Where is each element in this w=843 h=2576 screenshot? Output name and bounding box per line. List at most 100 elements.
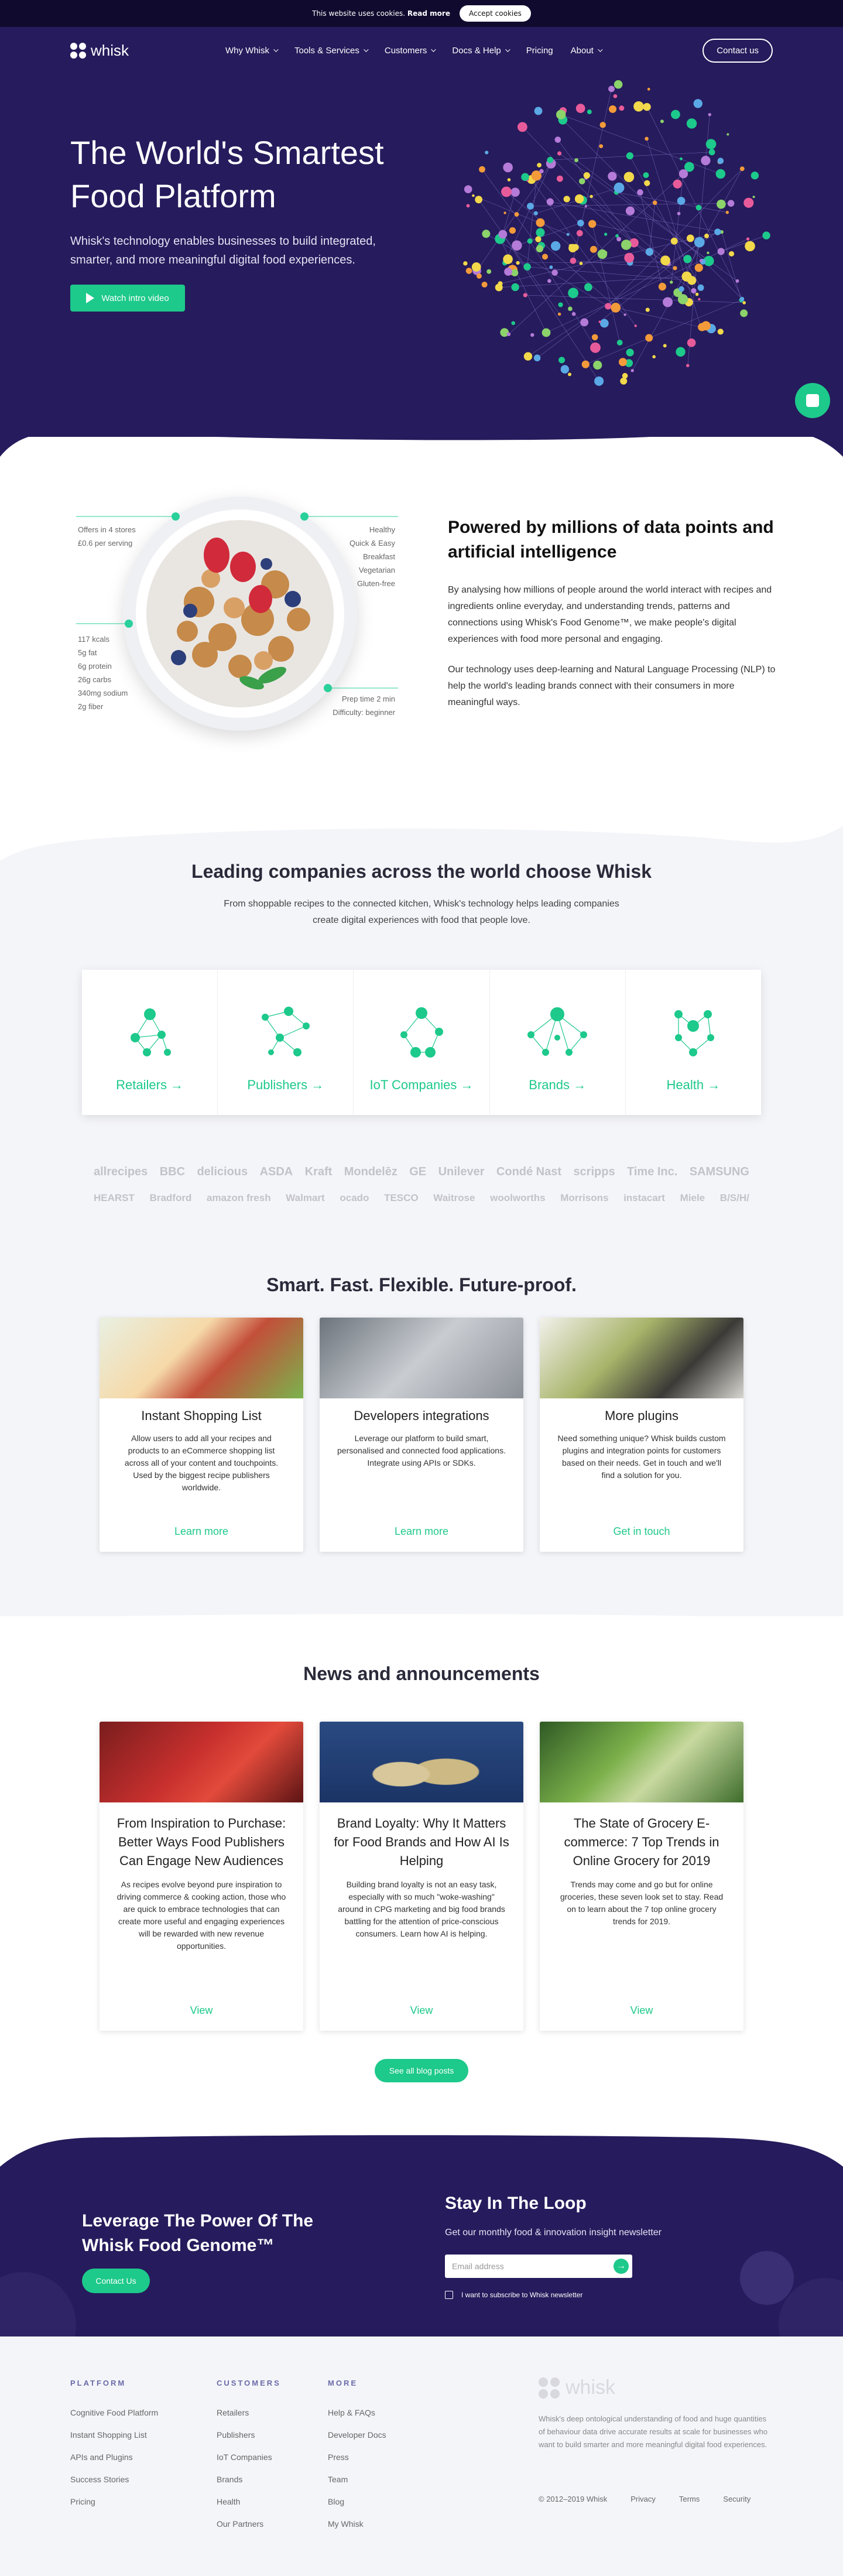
card-title: Brand Loyalty: Why It Matters for Food B… [334, 1816, 509, 1868]
submit-arrow-icon[interactable]: → [614, 2259, 629, 2274]
network-link [527, 173, 537, 267]
network-node [752, 196, 755, 199]
footer-link[interactable]: Blog [328, 2491, 386, 2513]
chat-widget-button[interactable] [795, 383, 830, 418]
get-in-touch-link[interactable]: Get in touch [540, 1525, 743, 1538]
whisk-logo[interactable]: whisk [70, 42, 129, 60]
strawberries-image [100, 1722, 303, 1802]
footer-link[interactable]: My Whisk [328, 2513, 386, 2535]
network-node [624, 252, 635, 263]
footer-link[interactable]: Team [328, 2468, 386, 2491]
footer-link[interactable]: Brands [217, 2468, 281, 2491]
accept-cookies-button[interactable]: Accept cookies [459, 5, 531, 22]
health-network-icon [674, 1010, 715, 1056]
nav-item-docs[interactable]: Docs & Help [452, 46, 510, 56]
food-genome-network-graphic [463, 80, 770, 386]
footer-link[interactable]: Cognitive Food Platform [70, 2401, 158, 2424]
news-title: News and announcements [303, 1663, 540, 1684]
network-node [472, 194, 475, 197]
learn-more-link[interactable]: Learn more [320, 1525, 523, 1538]
customer-logo: BBC [159, 1165, 186, 1178]
newsletter-consent[interactable]: I want to subscribe to Whisk newsletter [445, 2291, 582, 2299]
contact-us-cta-button[interactable]: Contact Us [82, 2269, 150, 2293]
nav-label: About [570, 45, 594, 56]
footer-link[interactable]: Instant Shopping List [70, 2424, 158, 2446]
footer-description: Whisk's deep ontological understanding o… [539, 2414, 767, 2449]
footer-link[interactable]: Press [328, 2446, 386, 2468]
network-node [485, 150, 489, 155]
privacy-link[interactable]: Privacy [630, 2495, 656, 2503]
category-health[interactable]: Health → [626, 970, 761, 1115]
footer-platform-column: PLATFORM Cognitive Food Platform Instant… [70, 2379, 158, 2513]
network-node [687, 276, 697, 285]
network-node [742, 301, 746, 305]
category-retailers[interactable]: Retailers → [82, 970, 218, 1115]
card-title: Instant Shopping List [141, 1408, 262, 1423]
email-input[interactable]: Email address → [445, 2255, 632, 2278]
footer-logo[interactable]: whisk [539, 2376, 615, 2399]
network-node [679, 157, 683, 160]
nav-item-tools[interactable]: Tools & Services [294, 46, 369, 56]
category-publishers[interactable]: Publishers → [218, 970, 354, 1115]
footer: PLATFORM Cognitive Food Platform Instant… [0, 2336, 843, 2576]
footer-link[interactable]: IoT Companies [217, 2446, 281, 2468]
security-link[interactable]: Security [723, 2495, 751, 2503]
network-node [588, 220, 597, 228]
view-link[interactable]: View [540, 2004, 743, 2017]
chat-icon [806, 394, 819, 407]
network-node [563, 196, 570, 203]
recipe-tags: Healthy Quick & Easy Breakfast Vegetaria… [328, 523, 395, 590]
feature-card-plugins: More plugins Need something unique? Whis… [540, 1318, 743, 1552]
nav-item-customers[interactable]: Customers [384, 45, 437, 56]
footer-link[interactable]: Health [217, 2491, 281, 2513]
footer-link[interactable]: Developer Docs [328, 2424, 386, 2446]
learn-more-link[interactable]: Learn more [100, 1525, 303, 1538]
customer-logo: Kraft [304, 1165, 333, 1178]
footer-link[interactable]: Help & FAQs [328, 2401, 386, 2424]
card-body: Trends may come and go but for online gr… [560, 1880, 724, 1926]
network-node [486, 269, 492, 274]
view-link[interactable]: View [100, 2004, 303, 2017]
contact-us-button[interactable]: Contact us [702, 38, 773, 63]
cookie-read-more-link[interactable]: Read more [407, 9, 450, 18]
network-node [645, 248, 654, 256]
network-node [535, 236, 542, 242]
network-node [728, 251, 735, 257]
nut-item: 26g carbs [78, 675, 112, 684]
network-node [623, 172, 635, 183]
cta-section: Leverage The Power Of The Whisk Food Gen… [0, 2173, 843, 2336]
customer-logos-row-2: HEARST Bradford amazon fresh Walmart oca… [94, 1192, 749, 1204]
network-node [536, 218, 545, 227]
view-link[interactable]: View [320, 2004, 523, 2017]
nav-item-pricing[interactable]: Pricing [526, 46, 553, 56]
footer-link[interactable]: Success Stories [70, 2468, 158, 2491]
watch-intro-video-button[interactable]: Watch intro video [70, 285, 185, 312]
network-link [629, 155, 701, 288]
news-wave-divider [0, 1614, 843, 1669]
network-node [583, 172, 590, 179]
category-label: Brands → [529, 1077, 587, 1092]
footer-link[interactable]: Our Partners [217, 2513, 281, 2535]
see-all-blog-posts-button[interactable]: See all blog posts [375, 2059, 468, 2082]
nav-item-why-whisk[interactable]: Why Whisk [225, 45, 279, 56]
network-node [735, 279, 739, 283]
card-title: More plugins [605, 1408, 678, 1423]
nav-label: Why Whisk [225, 45, 269, 56]
network-node [644, 180, 650, 186]
nav-item-about[interactable]: About [570, 45, 603, 56]
network-node [694, 237, 705, 248]
footer-link[interactable]: Retailers [217, 2401, 281, 2424]
network-link [550, 201, 722, 232]
footer-link[interactable]: Publishers [217, 2424, 281, 2446]
category-iot[interactable]: IoT Companies → [354, 970, 490, 1115]
network-node [463, 261, 468, 266]
network-node [534, 107, 543, 115]
category-brands[interactable]: Brands → [490, 970, 626, 1115]
chevron-down-icon [431, 47, 437, 52]
footer-link[interactable]: Pricing [70, 2491, 158, 2513]
customer-logo: amazon fresh [207, 1192, 271, 1203]
checkbox-icon[interactable] [445, 2291, 453, 2299]
terms-link[interactable]: Terms [679, 2495, 700, 2503]
nav-label: Customers [384, 45, 427, 56]
footer-link[interactable]: APIs and Plugins [70, 2446, 158, 2468]
